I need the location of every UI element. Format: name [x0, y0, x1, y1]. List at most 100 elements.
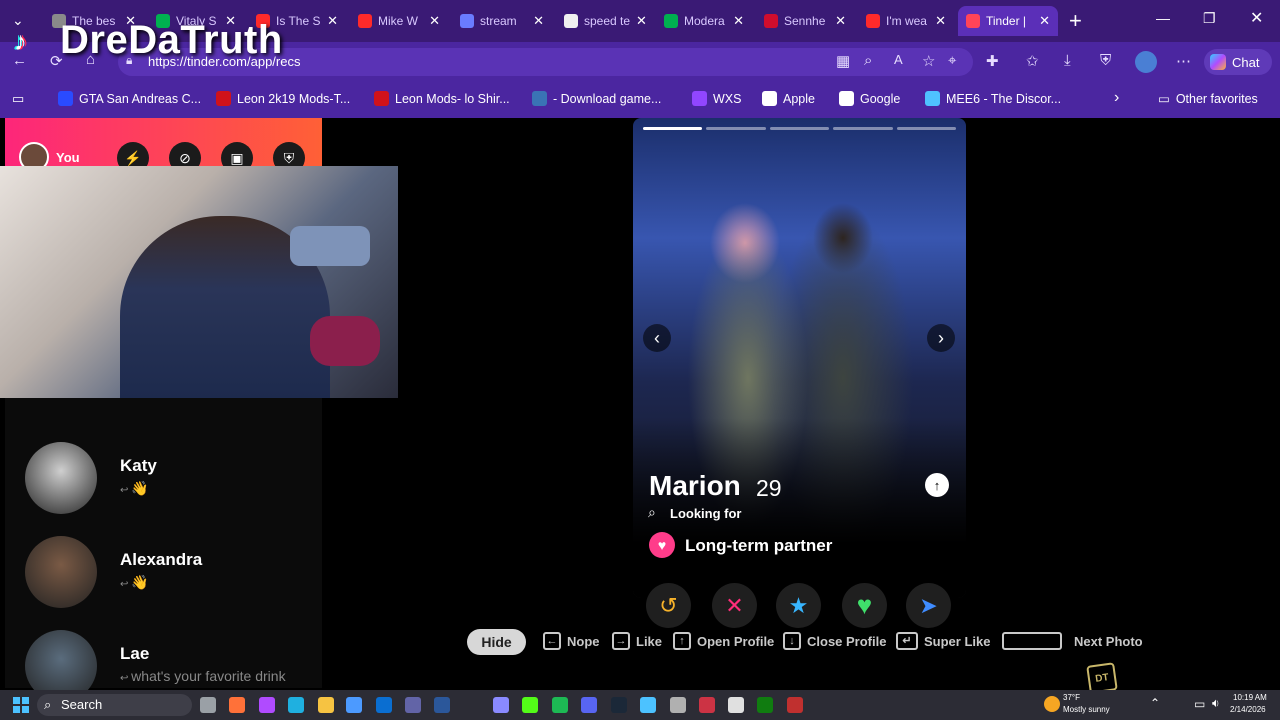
tab-close-icon[interactable]: ✕: [835, 13, 846, 29]
browser-tab[interactable]: speed te ✕: [556, 6, 652, 36]
previous-photo-button[interactable]: ‹: [643, 324, 671, 352]
teams-icon[interactable]: [405, 697, 421, 713]
bookmark-item[interactable]: GTA San Andreas C...: [58, 91, 201, 106]
word-icon[interactable]: [434, 697, 450, 713]
hint-close-profile: ↓ Close Profile: [783, 632, 886, 650]
hide-hints-button[interactable]: Hide: [467, 629, 526, 655]
tab-close-icon[interactable]: ✕: [733, 13, 744, 29]
network-icon[interactable]: ▭: [1194, 697, 1205, 711]
minimize-button[interactable]: —: [1156, 10, 1170, 26]
more-icon[interactable]: ⋯: [1176, 52, 1191, 70]
weather-icon[interactable]: [1044, 696, 1060, 712]
tab-close-icon[interactable]: ✕: [935, 13, 946, 29]
match-list-item[interactable]: Alexandra ↩ 👋: [25, 536, 315, 614]
taskbar-search[interactable]: ⌕ Search: [37, 694, 192, 716]
windows-start-icon[interactable]: [13, 697, 29, 713]
close-window-button[interactable]: ✕: [1250, 8, 1263, 28]
extensions-icon[interactable]: ✚: [986, 52, 999, 70]
xbox-icon[interactable]: [757, 697, 773, 713]
hide-label: Hide: [481, 634, 512, 650]
tab-close-icon[interactable]: ✕: [533, 13, 544, 29]
outlook-icon[interactable]: [376, 697, 392, 713]
photos-icon[interactable]: [640, 697, 656, 713]
profile-age: 29: [756, 475, 782, 501]
favorites-icon[interactable]: ✩: [1026, 52, 1039, 70]
you-label[interactable]: You: [56, 150, 80, 165]
bookmark-label: Google: [860, 91, 901, 106]
firefox-icon[interactable]: [229, 697, 245, 713]
location-icon[interactable]: ⌖: [948, 52, 956, 69]
browser-tab[interactable]: Tinder | ✕: [958, 6, 1058, 36]
new-tab-button[interactable]: +: [1069, 8, 1082, 34]
restore-button[interactable]: ❐: [1203, 10, 1216, 27]
chat-button[interactable]: Chat: [1204, 49, 1272, 75]
file-explorer-icon[interactable]: [318, 697, 334, 713]
bookmark-item[interactable]: Leon Mods- lo Shir...: [374, 91, 510, 106]
next-photo-button[interactable]: ›: [927, 324, 955, 352]
tab-close-icon[interactable]: ✕: [1039, 13, 1050, 29]
bookmark-item[interactable]: MEE6 - The Discor...: [925, 91, 1061, 106]
github-icon[interactable]: [728, 697, 744, 713]
profile-name: Marion: [649, 470, 741, 501]
spotify-icon[interactable]: [552, 697, 568, 713]
settings-icon[interactable]: [670, 697, 686, 713]
looking-for-label: Looking for: [670, 506, 742, 521]
clock-time[interactable]: 10:19 AM: [1233, 693, 1267, 702]
downloads-icon[interactable]: ⤓: [1064, 52, 1071, 69]
match-avatar[interactable]: [25, 536, 97, 608]
browser-tab[interactable]: stream ✕: [452, 6, 552, 36]
tray-chevron-icon[interactable]: ⌃: [1150, 696, 1160, 710]
clock-date[interactable]: 2/14/2026: [1230, 705, 1266, 714]
photo-progress-segment: [706, 127, 766, 130]
browser-tab[interactable]: Sennhe ✕: [756, 6, 854, 36]
copilot-app-icon[interactable]: [259, 697, 275, 713]
rewind-button[interactable]: ↺: [646, 583, 691, 628]
tab-close-icon[interactable]: ✕: [327, 13, 338, 29]
notepad-icon[interactable]: [493, 697, 509, 713]
apps-icon[interactable]: ▦: [836, 52, 850, 70]
like-button[interactable]: ♥: [842, 583, 887, 628]
left-key-icon: ←: [543, 632, 561, 650]
favorites-overflow-chevron-icon[interactable]: ›: [1114, 89, 1119, 107]
other-favorites[interactable]: ▭ Other favorites: [1158, 91, 1258, 107]
discord-icon[interactable]: [581, 697, 597, 713]
bookmark-favicon-icon: [839, 91, 854, 106]
match-avatar[interactable]: [25, 442, 97, 514]
kick-icon[interactable]: [522, 697, 538, 713]
shield-icon[interactable]: ⛨: [1100, 52, 1111, 69]
bookmark-label: Apple: [783, 91, 815, 106]
steam-icon[interactable]: [611, 697, 627, 713]
bookmark-item[interactable]: Leon 2k19 Mods-T...: [216, 91, 350, 106]
bookmark-item[interactable]: Google: [839, 91, 900, 106]
favorites-bar-toggle-icon[interactable]: ▭: [12, 91, 24, 107]
nope-button[interactable]: ✕: [712, 583, 757, 628]
profile-card[interactable]: ‹ › Marion 29 ↑ ⌕ Looking for ♥ Long-ter…: [633, 118, 966, 598]
bookmark-item[interactable]: WXS: [692, 91, 741, 106]
volume-icon[interactable]: 🔉︎: [1212, 696, 1220, 711]
super-like-button[interactable]: ★: [776, 583, 821, 628]
store-icon[interactable]: [346, 697, 362, 713]
enter-key-icon: ↵: [896, 632, 918, 650]
obs-icon[interactable]: [787, 697, 803, 713]
bookmark-item[interactable]: Apple: [762, 91, 815, 106]
browser-tab[interactable]: Modera ✕: [656, 6, 752, 36]
browser-tab[interactable]: I'm wea ✕: [858, 6, 954, 36]
tab-close-icon[interactable]: ✕: [429, 13, 440, 29]
tab-favicon-icon: [358, 14, 372, 28]
tab-close-icon[interactable]: ✕: [636, 13, 647, 29]
task-view-icon[interactable]: [200, 697, 216, 713]
bookmark-item[interactable]: - Download game...: [532, 91, 661, 106]
media-app-icon[interactable]: [699, 697, 715, 713]
match-list-item[interactable]: Katy ↩ 👋: [25, 442, 315, 520]
edge-icon[interactable]: [288, 697, 304, 713]
zoom-icon[interactable]: ⌕: [864, 52, 872, 69]
profile-avatar[interactable]: [1135, 51, 1157, 73]
favorite-star-icon[interactable]: ☆: [922, 52, 935, 70]
read-aloud-icon[interactable]: A: [894, 52, 903, 67]
expand-profile-button[interactable]: ↑: [925, 473, 949, 497]
browser-tab[interactable]: Mike W ✕: [350, 6, 448, 36]
photo-progress-segment: [769, 127, 830, 130]
boost-icon: ➤: [919, 592, 938, 618]
hint-open-profile-label: Open Profile: [697, 633, 775, 649]
boost-button[interactable]: ➤: [906, 583, 951, 628]
